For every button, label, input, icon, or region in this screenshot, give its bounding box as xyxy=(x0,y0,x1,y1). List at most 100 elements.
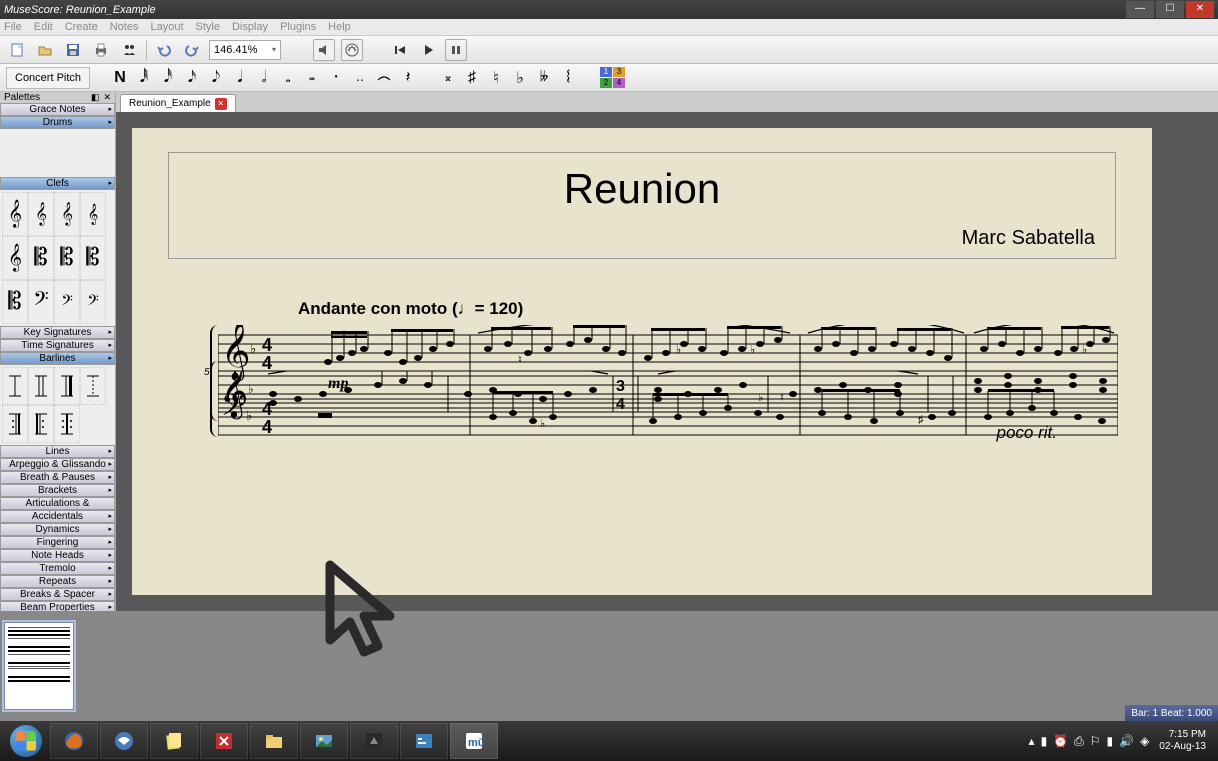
taskbar-pictures[interactable] xyxy=(300,723,348,759)
dur-breve-icon[interactable]: 𝅜 xyxy=(304,67,320,89)
pal-lines[interactable]: Lines xyxy=(0,445,115,458)
taskbar-app-blue[interactable] xyxy=(400,723,448,759)
bass15-clef-icon[interactable]: 𝄢 xyxy=(80,280,106,324)
tray-printer-icon[interactable]: ⎙ xyxy=(1074,734,1084,749)
dot-icon[interactable]: · xyxy=(328,67,344,89)
dur-64th-icon[interactable]: 𝅘𝅥𝅱 xyxy=(136,67,152,89)
pal-time-sigs[interactable]: Time Signatures xyxy=(0,339,115,352)
flip-stem-icon[interactable]: 𝄔 xyxy=(560,67,576,89)
menu-plugins[interactable]: Plugins xyxy=(280,21,316,33)
minimize-button[interactable]: — xyxy=(1126,1,1154,18)
double-dot-icon[interactable]: ‥ xyxy=(352,67,368,89)
composer-text[interactable]: Marc Sabatella xyxy=(189,227,1095,250)
close-button[interactable]: ✕ xyxy=(1186,1,1214,18)
barline-dashed-icon[interactable] xyxy=(80,367,106,405)
double-sharp-icon[interactable]: 𝄪 xyxy=(440,67,456,89)
palettes-close-icon[interactable]: ✕ xyxy=(103,92,111,103)
score-title[interactable]: Reunion xyxy=(189,165,1095,213)
zoom-combo[interactable]: 146.41% xyxy=(209,40,281,60)
taskbar-firefox[interactable] xyxy=(50,723,98,759)
new-button[interactable] xyxy=(6,39,28,61)
pal-breaks[interactable]: Breaks & Spacer xyxy=(0,588,115,601)
pal-accidentals[interactable]: Accidentals xyxy=(0,510,115,523)
save-button[interactable] xyxy=(62,39,84,61)
title-frame[interactable]: Reunion Marc Sabatella xyxy=(168,152,1116,259)
palettes-float-icon[interactable]: ◧ xyxy=(91,92,100,103)
direction-piu-mosso-1[interactable]: più mosso xyxy=(240,608,317,611)
score-viewport[interactable]: Reunion Marc Sabatella Andante con moto … xyxy=(116,112,1218,611)
bass-clef-icon[interactable]: 𝄢 xyxy=(28,280,54,324)
rewind-button[interactable] xyxy=(389,39,411,61)
concert-pitch-button[interactable]: Concert Pitch xyxy=(6,67,90,89)
pal-grace-notes[interactable]: Grace Notes xyxy=(0,103,115,116)
pal-tremolo[interactable]: Tremolo xyxy=(0,562,115,575)
midi-button[interactable] xyxy=(341,39,363,61)
tie-icon[interactable] xyxy=(376,67,392,89)
tempo-marking[interactable]: Andante con moto (♩= 120) xyxy=(298,299,1116,319)
voice-1-button[interactable]: 1 xyxy=(600,67,612,77)
menu-create[interactable]: Create xyxy=(65,21,98,33)
voice-4-button[interactable]: 4 xyxy=(613,78,625,88)
taskbar-notes[interactable] xyxy=(150,723,198,759)
pal-clefs[interactable]: Clefs xyxy=(0,177,115,190)
alto2-clef-icon[interactable]: 𝄡 xyxy=(80,236,106,280)
print-button[interactable] xyxy=(90,39,112,61)
taskbar-app-dark[interactable] xyxy=(350,723,398,759)
alto-clef-icon[interactable]: 𝄡 xyxy=(28,236,54,280)
menu-notes[interactable]: Notes xyxy=(110,21,139,33)
voice-2-button[interactable]: 2 xyxy=(600,78,612,88)
pal-fingering[interactable]: Fingering xyxy=(0,536,115,549)
voice-3-button[interactable]: 3 xyxy=(613,67,625,77)
pal-barlines[interactable]: Barlines xyxy=(0,352,115,365)
pal-repeats[interactable]: Repeats xyxy=(0,575,115,588)
pal-beam[interactable]: Beam Properties xyxy=(0,601,115,611)
pal-brackets[interactable]: Brackets xyxy=(0,484,115,497)
note-input-button[interactable]: N xyxy=(112,67,128,89)
pal-dynamics[interactable]: Dynamics xyxy=(0,523,115,536)
tenor-clef-icon[interactable]: 𝄡 xyxy=(54,236,80,280)
page-thumbnail[interactable] xyxy=(4,622,74,710)
dur-whole-icon[interactable]: 𝅝 xyxy=(280,67,296,89)
natural-icon[interactable]: ♮ xyxy=(488,67,504,89)
barline-end-start-repeat-icon[interactable] xyxy=(54,405,80,443)
treble-alt-icon[interactable]: 𝄞 xyxy=(2,236,28,280)
treble15-clef-icon[interactable]: 𝄞 xyxy=(80,192,106,236)
taskbar-clock[interactable]: 7:15 PM 02-Aug-13 xyxy=(1159,729,1206,753)
menu-display[interactable]: Display xyxy=(232,21,268,33)
tray-battery-icon[interactable]: ▮ xyxy=(1041,734,1048,749)
alto3-clef-icon[interactable]: 𝄡 xyxy=(2,280,28,324)
dur-quarter-icon[interactable]: 𝅘𝅥 xyxy=(232,67,248,89)
menu-help[interactable]: Help xyxy=(328,21,351,33)
dur-8th-icon[interactable]: 𝅘𝅥𝅮 xyxy=(208,67,224,89)
play-button[interactable] xyxy=(417,39,439,61)
system2-notation[interactable]: 𝄞 ♭ 3 4 xyxy=(218,371,1118,441)
direction-rit[interactable]: rit. xyxy=(832,608,851,611)
barline-double-icon[interactable] xyxy=(28,367,54,405)
loop-button[interactable] xyxy=(445,39,467,61)
tab-reunion[interactable]: Reunion_Example ✕ xyxy=(120,94,236,112)
taskbar-explorer[interactable] xyxy=(250,723,298,759)
menu-file[interactable]: File xyxy=(4,21,22,33)
pal-articulations[interactable]: Articulations & Ornaments xyxy=(0,497,115,510)
barline-repeat-end-icon[interactable] xyxy=(2,405,28,443)
tray-up-icon[interactable]: ▴ xyxy=(1029,734,1035,749)
dur-32nd-icon[interactable]: 𝅘𝅥𝅰 xyxy=(160,67,176,89)
pal-arpeggio[interactable]: Arpeggio & Glissando xyxy=(0,458,115,471)
start-button[interactable] xyxy=(4,723,48,759)
flat-icon[interactable]: ♭ xyxy=(512,67,528,89)
barline-repeat-start-icon[interactable] xyxy=(28,405,54,443)
taskbar-musescore[interactable]: mŭ xyxy=(450,723,498,759)
treble8va-clef-icon[interactable]: 𝄞 xyxy=(28,192,54,236)
treble-clef-icon[interactable]: 𝄞 xyxy=(2,192,28,236)
menu-layout[interactable]: Layout xyxy=(150,21,183,33)
undo-button[interactable] xyxy=(153,39,175,61)
tray-action-icon[interactable]: ⚐ xyxy=(1090,734,1101,749)
open-button[interactable] xyxy=(34,39,56,61)
tray-shield-icon[interactable]: ◈ xyxy=(1140,734,1149,749)
score-page[interactable]: Reunion Marc Sabatella Andante con moto … xyxy=(132,128,1152,595)
sharp-icon[interactable]: ♯ xyxy=(464,67,480,89)
dur-16th-icon[interactable]: 𝅘𝅥𝅯 xyxy=(184,67,200,89)
dur-half-icon[interactable]: 𝅗𝅥 xyxy=(256,67,272,89)
taskbar-app-red[interactable] xyxy=(200,723,248,759)
tab-close-icon[interactable]: ✕ xyxy=(215,98,227,110)
